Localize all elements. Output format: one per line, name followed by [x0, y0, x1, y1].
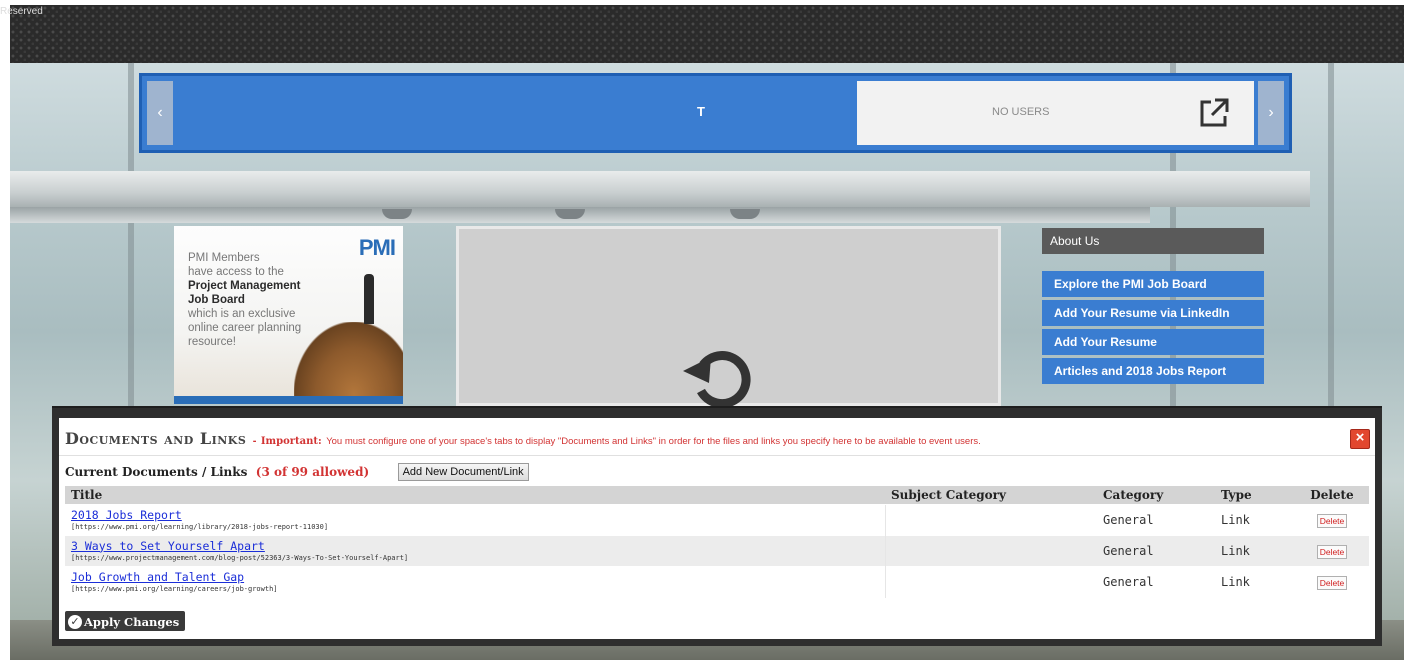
menu-add-resume-linkedin[interactable]: Add Your Resume via LinkedIn: [1042, 300, 1264, 326]
current-docs-count: (3 of 99 allowed): [255, 465, 370, 479]
current-docs-row: Current Documents / Links (3 of 99 allow…: [59, 456, 1375, 486]
delete-button[interactable]: Delete: [1316, 575, 1348, 590]
ad-line: Project Management: [188, 280, 301, 292]
cell-delete: Delete: [1295, 566, 1369, 598]
ad-line: online career planning: [188, 322, 302, 334]
top-banner: [10, 5, 1404, 63]
modal-title: Documents and Links: [65, 429, 247, 448]
title-separator: -: [252, 435, 257, 447]
document-link[interactable]: Job Growth and Talent Gap: [71, 570, 879, 584]
menu-articles-jobs-report[interactable]: Articles and 2018 Jobs Report: [1042, 358, 1264, 384]
cell-type: Link: [1215, 535, 1295, 567]
reserved-label: Reserved: [0, 6, 43, 17]
chevron-right-icon: ›: [1268, 104, 1274, 121]
document-url: [https://www.pmi.org/learning/careers/jo…: [71, 584, 278, 593]
no-users-panel: NO USERS: [857, 81, 1254, 145]
cell-category: General: [1097, 504, 1215, 536]
delete-button[interactable]: Delete: [1316, 544, 1348, 559]
cell-type: Link: [1215, 566, 1295, 598]
col-title: Title: [65, 486, 885, 505]
document-link[interactable]: 2018 Jobs Report: [71, 508, 879, 522]
pmi-logo: PMI: [358, 235, 396, 260]
document-url: [https://www.pmi.org/learning/library/20…: [71, 522, 329, 531]
ad-line: Job Board: [188, 294, 245, 306]
menu-add-resume[interactable]: Add Your Resume: [1042, 329, 1264, 355]
table-row: 3 Ways to Set Yourself Apart [https://ww…: [65, 535, 1369, 567]
pmi-job-board-ad[interactable]: PMI PMI Members have access to the Proje…: [174, 226, 403, 404]
cell-type: Link: [1215, 504, 1295, 536]
col-type: Type: [1215, 486, 1295, 505]
table-row: Job Growth and Talent Gap [https://www.p…: [65, 566, 1369, 598]
cell-delete: Delete: [1295, 535, 1369, 567]
no-users-text: NO USERS: [992, 106, 1050, 118]
ad-line: PMI Members: [188, 252, 260, 264]
external-link-icon[interactable]: [1196, 95, 1232, 131]
rock-image: [294, 322, 403, 404]
table-row: 2018 Jobs Report [https://www.pmi.org/le…: [65, 504, 1369, 536]
ad-line: have access to the: [188, 266, 284, 278]
cell-delete: Delete: [1295, 504, 1369, 536]
side-menu: About Us Explore the PMI Job Board Add Y…: [1042, 228, 1264, 387]
reload-icon[interactable]: [681, 339, 751, 409]
cell-title: Job Growth and Talent Gap [https://www.p…: [65, 566, 885, 598]
cell-subject: [884, 535, 1097, 567]
video-panel[interactable]: [456, 226, 1001, 409]
documents-table: Title Subject Category Category Type Del…: [65, 486, 1369, 598]
modal-header: Documents and Links - Important: You mus…: [59, 418, 1375, 456]
current-docs-label: Current Documents / Links: [65, 465, 248, 479]
cell-title: 3 Ways to Set Yourself Apart [https://ww…: [65, 535, 885, 567]
menu-about-us[interactable]: About Us: [1042, 228, 1264, 254]
document-url: [https://www.projectmanagement.com/blog-…: [71, 553, 409, 562]
cell-title: 2018 Jobs Report [https://www.pmi.org/le…: [65, 504, 885, 536]
document-link[interactable]: 3 Ways to Set Yourself Apart: [71, 539, 879, 553]
menu-explore-job-board[interactable]: Explore the PMI Job Board: [1042, 271, 1264, 297]
users-carousel: ‹ T NO USERS ›: [139, 73, 1292, 153]
carousel-next-button[interactable]: ›: [1258, 81, 1284, 145]
documents-links-modal: Documents and Links - Important: You mus…: [52, 406, 1382, 646]
important-label: Important:: [260, 436, 322, 447]
ad-line: resource!: [188, 336, 236, 348]
apply-changes-button[interactable]: ✓ Apply Changes: [65, 611, 186, 631]
close-icon[interactable]: ×: [1350, 429, 1370, 449]
person-silhouette: [364, 274, 374, 324]
carousel-prev-button[interactable]: ‹: [147, 81, 173, 145]
table-header-row: Title Subject Category Category Type Del…: [65, 486, 1369, 505]
cell-subject: [884, 566, 1097, 598]
col-category: Category: [1097, 486, 1215, 505]
check-circle-icon: ✓: [68, 615, 82, 629]
apply-changes-label: Apply Changes: [84, 615, 180, 629]
add-document-button[interactable]: Add New Document/Link: [397, 463, 529, 481]
user-initial: T: [697, 104, 705, 119]
col-subject-category: Subject Category: [885, 486, 1097, 505]
cell-category: General: [1097, 566, 1215, 598]
cell-subject: [884, 504, 1097, 536]
col-delete: Delete: [1295, 486, 1369, 505]
delete-button[interactable]: Delete: [1316, 513, 1348, 528]
ad-line: which is an exclusive: [188, 308, 296, 320]
cell-category: General: [1097, 535, 1215, 567]
chevron-left-icon: ‹: [157, 104, 163, 121]
important-text: You must configure one of your space's t…: [326, 436, 981, 447]
